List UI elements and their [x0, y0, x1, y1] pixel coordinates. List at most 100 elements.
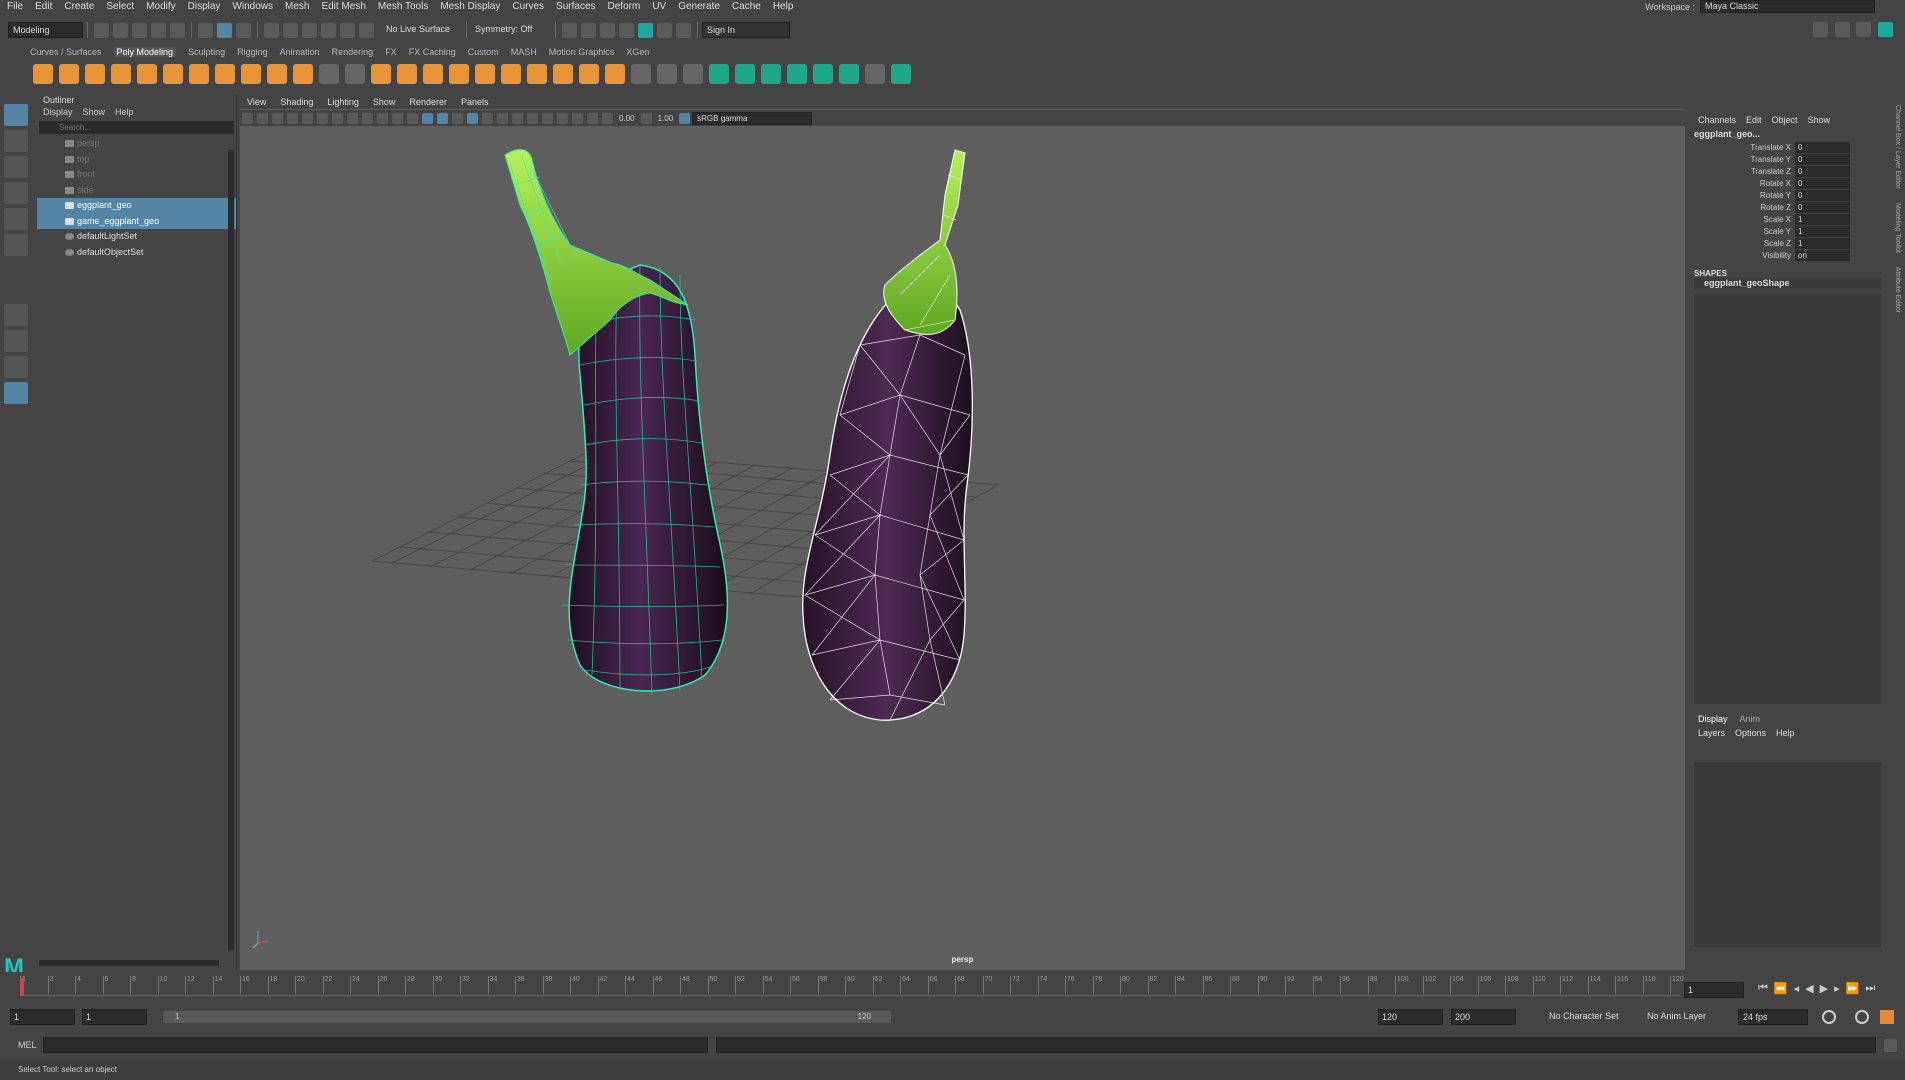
bevel-icon[interactable] [579, 64, 599, 84]
planar-map-icon[interactable] [735, 64, 755, 84]
command-language-label[interactable]: MEL [18, 1040, 43, 1050]
lasso-tool-icon[interactable] [4, 130, 28, 152]
render-frame-icon[interactable] [562, 22, 577, 38]
step-back-key-icon[interactable]: ⏪ [1774, 982, 1788, 995]
play-backwards-icon[interactable]: ◀ [1805, 982, 1813, 995]
shelf-tab-curves-surfaces[interactable]: Curves / Surfaces [30, 47, 102, 57]
shelf-tab-poly-modeling[interactable]: Poly Modeling [113, 47, 177, 57]
menu-windows[interactable]: Windows [232, 0, 273, 14]
channel-row[interactable]: Scale X 1 [1690, 213, 1885, 225]
outliner-item-default-light-set[interactable]: defaultLightSet [37, 229, 236, 245]
side-tab-channel-box[interactable]: Channel Box / Layer Editor [1894, 105, 1901, 189]
paint-select-tool-icon[interactable] [4, 156, 28, 178]
channel-value[interactable]: 1 [1795, 213, 1850, 225]
new-scene-icon[interactable] [94, 22, 109, 38]
channel-row[interactable]: Translate X 0 [1690, 141, 1885, 153]
outliner-hscrollbar[interactable] [39, 960, 219, 966]
hypershade-icon[interactable] [638, 22, 653, 38]
svg-icon[interactable] [293, 64, 313, 84]
shelf-tab-xgen[interactable]: XGen [626, 47, 649, 57]
layer-tab-anim[interactable]: Anim [1740, 714, 1761, 724]
side-tab-attribute-editor[interactable]: Attribute Editor [1894, 267, 1901, 313]
menu-cache[interactable]: Cache [732, 0, 761, 14]
multi-cut-icon[interactable] [631, 64, 651, 84]
retopologize-icon[interactable] [475, 64, 495, 84]
channel-value[interactable]: on [1795, 249, 1850, 261]
step-forward-frame-icon[interactable]: ▸ [1834, 982, 1840, 995]
outliner-scrollbar[interactable] [228, 150, 234, 950]
select-hierarchy-icon[interactable] [198, 22, 213, 38]
menu-surfaces[interactable]: Surfaces [556, 0, 595, 14]
snap-grid-icon[interactable] [264, 22, 279, 38]
play-forwards-icon[interactable]: ▶ [1820, 982, 1828, 995]
render-sequence-icon[interactable] [581, 22, 596, 38]
persp-outliner-icon[interactable] [4, 356, 28, 378]
extrude-icon[interactable] [527, 64, 547, 84]
fps-dropdown[interactable]: 24 fps [1738, 1009, 1808, 1025]
platonic-solid-icon[interactable] [215, 64, 235, 84]
menu-edit[interactable]: Edit [35, 0, 52, 14]
quad-draw-icon[interactable] [683, 64, 703, 84]
scene-canvas[interactable] [240, 95, 1685, 970]
outliner-search-input[interactable]: Search... [39, 121, 234, 134]
channel-row[interactable]: Rotate Z 0 [1690, 201, 1885, 213]
channel-value[interactable]: 0 [1795, 189, 1850, 201]
channel-menu-show[interactable]: Show [1808, 115, 1831, 125]
mirror-icon[interactable] [371, 64, 391, 84]
unfold-icon[interactable] [813, 64, 833, 84]
menu-modify[interactable]: Modify [146, 0, 175, 14]
symmetry-dropdown[interactable]: Symmetry: Off [471, 22, 551, 38]
channel-menu-object[interactable]: Object [1772, 115, 1798, 125]
animation-start-field[interactable]: 1 [10, 1009, 75, 1025]
shelf-tab-custom[interactable]: Custom [468, 47, 499, 57]
ipr-render-icon[interactable] [600, 22, 615, 38]
sew-uv-icon[interactable] [891, 64, 911, 84]
time-slider[interactable]: 1246810121416182022242628303234363840424… [0, 972, 1905, 1002]
render-view-icon[interactable] [657, 22, 672, 38]
go-to-end-icon[interactable]: ⏭ [1865, 982, 1875, 995]
outliner-item-top[interactable]: top [37, 152, 236, 168]
menu-display[interactable]: Display [188, 0, 221, 14]
menu-file[interactable]: File [7, 0, 23, 14]
layer-menu-options[interactable]: Options [1735, 728, 1766, 738]
shelf-tab-sculpting[interactable]: Sculpting [188, 47, 225, 57]
playback-start-field[interactable]: 1 [82, 1009, 147, 1025]
outliner-item-front[interactable]: front [37, 167, 236, 183]
layout-toggle-icon[interactable] [1856, 22, 1872, 37]
channel-value[interactable]: 0 [1795, 177, 1850, 189]
workspace-dropdown[interactable]: Maya Classic [1700, 0, 1875, 13]
poly-cube-icon[interactable] [59, 64, 79, 84]
auto-key-icon[interactable] [1855, 1010, 1869, 1024]
smooth-icon[interactable] [397, 64, 417, 84]
cut-uv-icon[interactable] [865, 64, 885, 84]
super-shape-icon[interactable] [241, 64, 261, 84]
loop-icon[interactable] [1822, 1010, 1836, 1024]
time-slider-ruler[interactable]: 1246810121416182022242628303234363840424… [20, 976, 1684, 996]
select-component-icon[interactable] [236, 22, 251, 38]
channel-row[interactable]: Translate Z 0 [1690, 165, 1885, 177]
text-icon[interactable] [267, 64, 287, 84]
mode-dropdown[interactable]: Modeling [8, 22, 83, 38]
poly-cylinder-icon[interactable] [85, 64, 105, 84]
single-perspective-view-icon[interactable] [4, 304, 28, 326]
channel-value[interactable]: 0 [1795, 201, 1850, 213]
poly-plane-icon[interactable] [163, 64, 183, 84]
anim-layer-dropdown[interactable]: No Anim Layer [1643, 1009, 1723, 1025]
live-surface-field[interactable]: No Live Surface [382, 22, 462, 38]
shape-name[interactable]: eggplant_geoShape [1694, 278, 1881, 288]
undo-icon[interactable] [151, 22, 166, 38]
four-view-icon[interactable] [4, 330, 28, 352]
move-tool-icon[interactable] [4, 182, 28, 204]
poly-torus-icon[interactable] [137, 64, 157, 84]
menu-deform[interactable]: Deform [608, 0, 641, 14]
menu-uv[interactable]: UV [652, 0, 666, 14]
snap-face-icon[interactable] [359, 22, 374, 38]
channel-menu-channels[interactable]: Channels [1698, 115, 1736, 125]
script-editor-icon[interactable] [1884, 1038, 1897, 1052]
channel-row[interactable]: Visibility on [1690, 249, 1885, 261]
outliner-menu-display[interactable]: Display [43, 107, 73, 117]
snap-point-icon[interactable] [302, 22, 317, 38]
channel-row[interactable]: Scale Z 1 [1690, 237, 1885, 249]
outliner-menu-help[interactable]: Help [115, 107, 134, 117]
menu-generate[interactable]: Generate [678, 0, 720, 14]
